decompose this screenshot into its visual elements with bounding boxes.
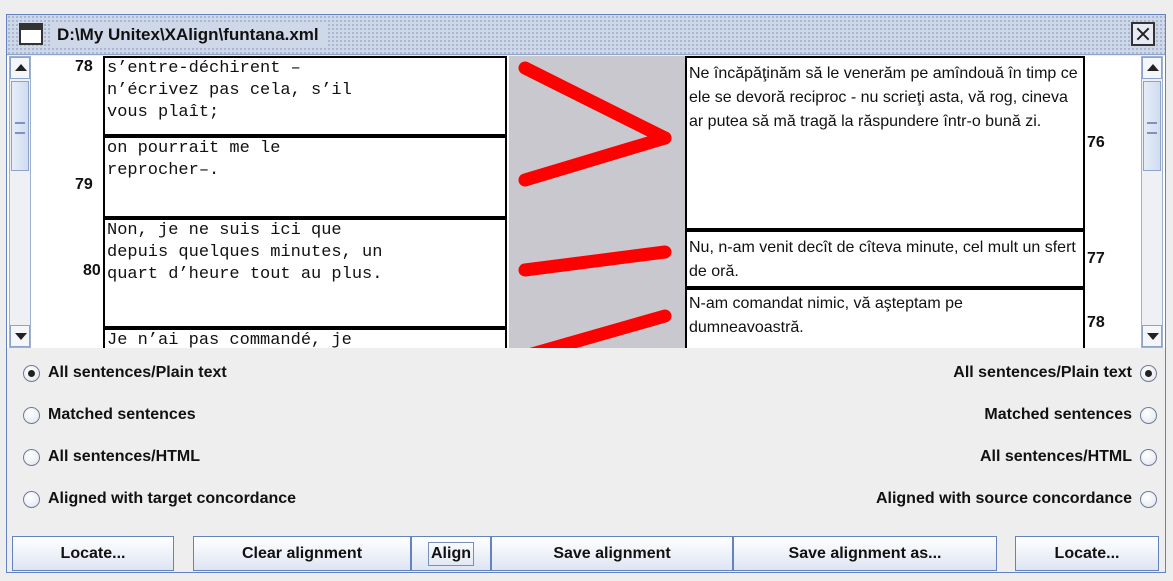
left-scrollbar[interactable]: [9, 56, 31, 348]
target-sentence-number: 78: [1087, 314, 1105, 331]
source-sentence[interactable]: s’entre-déchirent – n’écrivez pas cela, …: [103, 56, 507, 136]
option-label: Matched sentences: [48, 406, 196, 423]
source-sentence-number: 78: [75, 58, 93, 75]
option-label: Aligned with target concordance: [48, 490, 297, 507]
target-option-plain-text[interactable]: All sentences/Plain text: [953, 359, 1157, 387]
source-sentence[interactable]: on pourrait me le reprocher–.: [103, 136, 507, 218]
target-option-html[interactable]: All sentences/HTML: [980, 443, 1157, 471]
source-sentence-number: 80: [83, 262, 101, 279]
internal-frame: D:\My Unitex\XAlign\funtana.xml 78 s’ent…: [6, 14, 1166, 573]
title-bar[interactable]: D:\My Unitex\XAlign\funtana.xml: [7, 15, 1165, 55]
target-sentence-number: 77: [1087, 250, 1105, 267]
scroll-up-button[interactable]: [1142, 57, 1162, 79]
radio-button[interactable]: [1140, 490, 1157, 508]
scroll-thumb[interactable]: [1143, 81, 1161, 171]
source-option-plain-text[interactable]: All sentences/Plain text: [23, 359, 227, 387]
xalign-window: D:\My Unitex\XAlign\funtana.xml 78 s’ent…: [0, 0, 1173, 581]
target-option-matched[interactable]: Matched sentences: [984, 401, 1157, 429]
source-option-matched[interactable]: Matched sentences: [23, 401, 196, 429]
save-alignment-as-button[interactable]: Save alignment as...: [733, 536, 997, 571]
source-sentence[interactable]: Non, je ne suis ici que depuis quelques …: [103, 218, 507, 328]
alignment-link[interactable]: [518, 245, 672, 277]
option-label: All sentences/Plain text: [48, 364, 227, 381]
source-sentence[interactable]: Je n’ai pas commandé, je: [103, 328, 507, 348]
arrow-up-icon: [15, 64, 27, 71]
source-sentence-number: 79: [75, 176, 93, 193]
close-icon[interactable]: [1131, 22, 1155, 46]
option-label: All sentences/HTML: [979, 448, 1132, 465]
align-button-label: Align: [428, 541, 474, 566]
radio-button[interactable]: [23, 364, 40, 382]
target-sentence[interactable]: Nu, n-am venit decît de cîteva minute, c…: [685, 230, 1085, 288]
radio-button[interactable]: [23, 490, 40, 508]
radio-button[interactable]: [23, 448, 40, 466]
option-label: Matched sentences: [984, 406, 1132, 423]
align-button[interactable]: Align: [411, 536, 491, 571]
alignment-link[interactable]: [518, 131, 672, 187]
arrow-down-icon: [1147, 333, 1159, 340]
option-label: Aligned with source concordance: [875, 490, 1132, 507]
save-alignment-button[interactable]: Save alignment: [491, 536, 733, 571]
option-label: All sentences/Plain text: [953, 364, 1132, 381]
radio-button[interactable]: [1140, 448, 1157, 466]
right-scrollbar[interactable]: [1141, 56, 1163, 348]
scroll-thumb[interactable]: [11, 81, 29, 171]
option-label: All sentences/HTML: [48, 448, 201, 465]
alignment-links-area[interactable]: [509, 56, 685, 348]
source-option-html[interactable]: All sentences/HTML: [23, 443, 200, 471]
target-sentence-number: 76: [1087, 134, 1105, 151]
alignment-link[interactable]: [525, 309, 672, 348]
arrow-down-icon: [15, 333, 27, 340]
locate-target-button[interactable]: Locate...: [1015, 536, 1159, 571]
arrow-up-icon: [1147, 64, 1159, 71]
window-title: D:\My Unitex\XAlign\funtana.xml: [51, 22, 327, 48]
source-option-concordance[interactable]: Aligned with target concordance: [23, 485, 296, 513]
clear-alignment-button[interactable]: Clear alignment: [193, 536, 411, 571]
target-sentence[interactable]: N-am comandat nimic, vă aşteptam pe dumn…: [685, 288, 1085, 348]
radio-button[interactable]: [1140, 406, 1157, 424]
scroll-down-button[interactable]: [1142, 325, 1162, 347]
alignment-links: [518, 61, 672, 348]
alignment-panel: 78 s’entre-déchirent – n’écrivez pas cel…: [7, 56, 1165, 348]
scroll-down-button[interactable]: [10, 325, 30, 347]
locate-source-button[interactable]: Locate...: [12, 536, 174, 571]
radio-button[interactable]: [1140, 364, 1157, 382]
radio-button[interactable]: [23, 406, 40, 424]
scroll-up-button[interactable]: [10, 57, 30, 79]
window-icon: [19, 23, 43, 45]
target-option-concordance[interactable]: Aligned with source concordance: [876, 485, 1157, 513]
target-sentence[interactable]: Ne încăpăţinăm să le venerăm pe amîndouă…: [685, 56, 1085, 230]
alignment-link[interactable]: [518, 61, 672, 145]
